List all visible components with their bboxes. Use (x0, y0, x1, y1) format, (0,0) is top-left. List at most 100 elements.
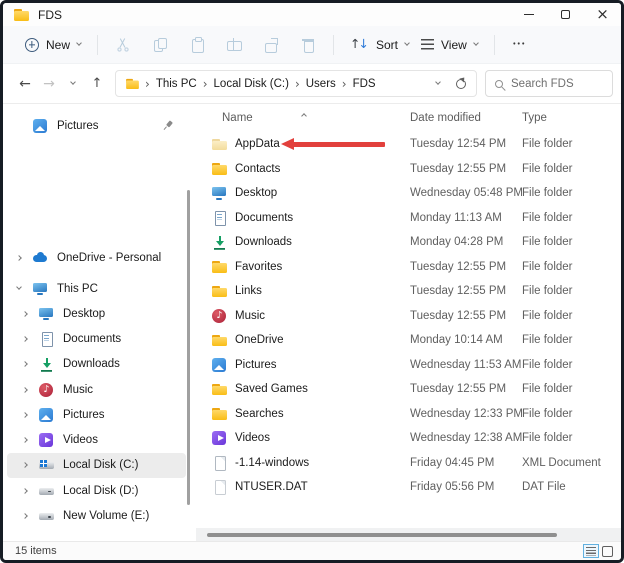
delete-button[interactable] (293, 30, 323, 60)
file-row[interactable]: OneDrive Monday 10:14 AM File folder (196, 328, 621, 353)
expand-chevron[interactable] (17, 337, 33, 341)
expand-chevron[interactable] (17, 362, 33, 366)
sidebar-item[interactable]: Music (7, 377, 186, 402)
sidebar-item-label: OneDrive - Personal (57, 252, 161, 264)
close-button[interactable]: × (584, 3, 621, 26)
horizontal-scrollbar[interactable] (196, 528, 621, 541)
file-item-icon (211, 137, 228, 152)
file-item-icon (211, 431, 228, 446)
view-button[interactable]: View (415, 30, 484, 60)
sidebar-item[interactable]: Pictures (7, 402, 186, 427)
file-date-modified: Wednesday 11:53 AM (410, 359, 522, 371)
column-header-type[interactable]: Type (522, 112, 621, 124)
file-row[interactable]: Videos Wednesday 12:38 AM File folder (196, 426, 621, 451)
large-icons-view-toggle[interactable] (602, 546, 613, 557)
sidebar-item-pictures-pinned[interactable]: Pictures (7, 113, 186, 138)
sidebar-item[interactable]: Desktop (7, 301, 186, 326)
back-button[interactable]: ← (13, 71, 37, 97)
file-name: Links (235, 285, 262, 297)
column-header-name[interactable]: Name (222, 112, 410, 124)
breadcrumb-fds[interactable]: FDS (351, 78, 378, 90)
collapse-chevron[interactable] (11, 288, 27, 289)
breadcrumb-users[interactable]: Users (304, 78, 338, 90)
expand-chevron[interactable] (17, 438, 33, 442)
address-dropdown-chevron[interactable] (435, 79, 441, 85)
file-type: File folder (522, 408, 621, 420)
sidebar-item-this-pc[interactable]: This PC (7, 276, 186, 301)
file-row[interactable]: Links Tuesday 12:55 PM File folder (196, 279, 621, 304)
navigation-bar: ← → ↑ › This PC › Local Disk (C:) › User… (3, 64, 621, 104)
sidebar-item[interactable]: Documents (7, 326, 186, 351)
up-button[interactable]: ↑ (85, 71, 109, 97)
sidebar-scrollbar[interactable] (187, 190, 190, 505)
maximize-button[interactable] (547, 3, 584, 26)
file-row[interactable]: Pictures Wednesday 11:53 AM File folder (196, 353, 621, 378)
recent-locations-button[interactable] (61, 71, 85, 97)
sidebar-item-icon (38, 509, 55, 524)
sidebar-item[interactable]: Downloads (7, 352, 186, 377)
file-row[interactable]: NTUSER.DAT Friday 05:56 PM DAT File (196, 475, 621, 500)
copy-button[interactable] (145, 30, 175, 60)
file-name: Documents (235, 212, 293, 224)
breadcrumb-this-pc[interactable]: This PC (154, 78, 199, 90)
file-date-modified: Monday 10:14 AM (410, 334, 522, 346)
chevron-right-icon (22, 412, 28, 418)
sidebar-item[interactable]: Local Disk (C:) (7, 453, 186, 478)
file-date-modified: Tuesday 12:54 PM (410, 138, 522, 150)
sidebar-item-label: Documents (63, 333, 121, 345)
sidebar-drive-list: Desktop Documents Downloads (3, 301, 196, 529)
file-row[interactable]: Downloads Monday 04:28 PM File folder (196, 230, 621, 255)
rename-button[interactable] (219, 30, 249, 60)
file-type: File folder (522, 236, 621, 248)
file-row[interactable]: Documents Monday 11:13 AM File folder (196, 206, 621, 231)
sidebar-item[interactable]: New Volume (E:) (7, 503, 186, 528)
breadcrumb-local-disk-c[interactable]: Local Disk (C:) (212, 78, 291, 90)
refresh-icon[interactable] (456, 79, 466, 89)
window-folder-icon (13, 7, 30, 22)
sidebar-item[interactable]: Local Disk (D:) (7, 478, 186, 503)
expand-chevron[interactable] (17, 413, 33, 417)
file-row[interactable]: -1.14-windows Friday 04:45 PM XML Docume… (196, 451, 621, 476)
cut-button[interactable] (108, 30, 138, 60)
search-box[interactable] (485, 70, 613, 97)
file-date-modified: Tuesday 12:55 PM (410, 383, 522, 395)
file-row[interactable]: Desktop Wednesday 05:48 PM File folder (196, 181, 621, 206)
file-row[interactable]: Favorites Tuesday 12:55 PM File folder (196, 255, 621, 280)
search-icon (495, 80, 503, 88)
minimize-button[interactable] (510, 3, 547, 26)
file-row[interactable]: Contacts Tuesday 12:55 PM File folder (196, 157, 621, 182)
expand-chevron[interactable] (17, 489, 33, 493)
sidebar-item[interactable]: Videos (7, 427, 186, 452)
expand-chevron[interactable] (11, 256, 27, 260)
file-name: -1.14-windows (235, 457, 309, 469)
see-more-button[interactable]: ••• (505, 30, 535, 60)
search-input[interactable] (511, 78, 603, 90)
paste-button[interactable] (182, 30, 212, 60)
file-row[interactable]: AppData Tuesday 12:54 PM File folder (196, 132, 621, 157)
file-date-modified: Friday 04:45 PM (410, 457, 522, 469)
file-item-icon (211, 455, 228, 470)
sidebar-item-onedrive[interactable]: OneDrive - Personal (7, 245, 186, 270)
file-type: DAT File (522, 481, 621, 493)
file-name: Saved Games (235, 383, 308, 395)
paste-icon (189, 37, 205, 53)
window-title: FDS (38, 8, 62, 22)
details-view-toggle[interactable] (583, 544, 599, 558)
expand-chevron[interactable] (17, 312, 33, 316)
column-header-date-modified[interactable]: Date modified (410, 112, 522, 124)
address-bar[interactable]: › This PC › Local Disk (C:) › Users › FD… (115, 70, 477, 97)
expand-chevron[interactable] (17, 463, 33, 467)
expand-chevron[interactable] (17, 388, 33, 392)
file-row[interactable]: Music Tuesday 12:55 PM File folder (196, 304, 621, 329)
file-row[interactable]: Searches Wednesday 12:33 PM File folder (196, 402, 621, 427)
expand-chevron[interactable] (17, 514, 33, 518)
file-row[interactable]: Saved Games Tuesday 12:55 PM File folder (196, 377, 621, 402)
horizontal-scrollbar-thumb[interactable] (207, 533, 557, 537)
sort-arrows-icon: ↑↓ (350, 38, 369, 51)
file-name: Videos (235, 432, 270, 444)
sort-button[interactable]: ↑↓ Sort (344, 30, 415, 60)
new-button[interactable]: New (19, 30, 87, 60)
forward-button[interactable]: → (37, 71, 61, 97)
share-button[interactable] (256, 30, 286, 60)
file-type: File folder (522, 383, 621, 395)
